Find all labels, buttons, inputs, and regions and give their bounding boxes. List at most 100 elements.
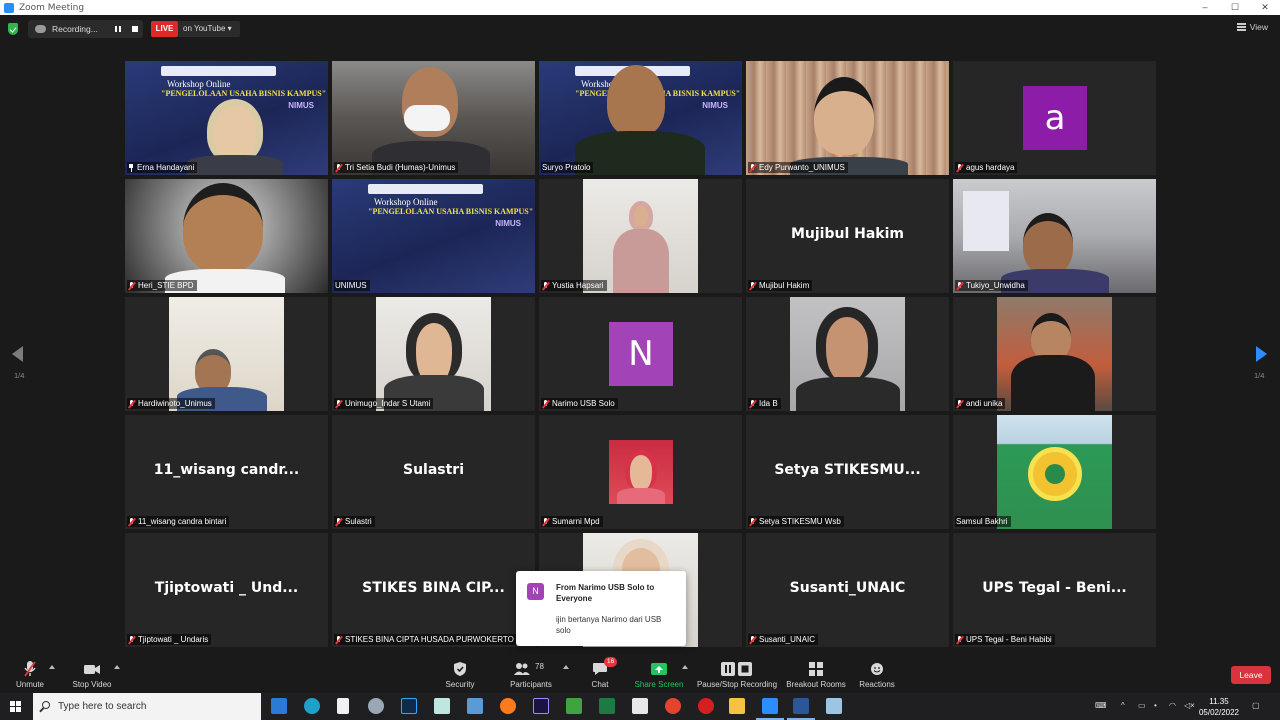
participants-icon: 78 xyxy=(513,660,549,678)
unmute-button[interactable]: Unmute xyxy=(10,654,50,694)
pause-stop-recording-button[interactable]: Pause/Stop Recording xyxy=(696,654,778,694)
next-page-arrow-icon[interactable] xyxy=(1256,346,1267,362)
participant-tile[interactable]: UPS Tegal - Beni... UPS Tegal - Beni Hab… xyxy=(953,533,1156,647)
photos-app-icon[interactable] xyxy=(467,698,483,714)
chat-button[interactable]: 16 Chat xyxy=(586,654,618,694)
participant-body xyxy=(617,488,665,504)
workshop-brand: NIMUS xyxy=(495,219,521,228)
video-options-chevron-icon[interactable] xyxy=(114,665,120,669)
mail-app-icon[interactable] xyxy=(271,698,287,714)
participants-options-chevron-icon[interactable] xyxy=(563,665,569,669)
green-app-icon[interactable] xyxy=(566,698,582,714)
youtube-stream-dropdown[interactable]: on YouTube ▾ xyxy=(178,21,240,37)
meeting-controls-toolbar: Unmute Stop Video Security 78 Participan… xyxy=(0,654,1280,694)
meeting-top-bar: Recording... LIVE on YouTube ▾ View xyxy=(0,18,1280,40)
premiere-pro-icon[interactable] xyxy=(533,698,549,714)
microphone-icon[interactable]: • xyxy=(1154,701,1157,710)
security-button[interactable]: Security xyxy=(442,654,478,694)
chat-notification-popup[interactable]: N From Narimo USB Solo to Everyone ijin … xyxy=(516,571,686,646)
maximize-button[interactable]: ☐ xyxy=(1220,0,1250,15)
taskbar-clock[interactable]: 11.35 05/02/2022 xyxy=(1198,696,1240,718)
workshop-subtitle: "PENGELOLAAN USAHA BISNIS KAMPUS" xyxy=(161,89,327,98)
participant-tile[interactable]: Ida B xyxy=(746,297,949,411)
document-file-icon[interactable] xyxy=(337,698,349,714)
zoom-taskbar-icon[interactable] xyxy=(756,698,784,720)
stop-video-button[interactable]: Stop Video xyxy=(68,654,116,694)
network-icon[interactable]: ◠ xyxy=(1169,701,1176,710)
participant-tile[interactable]: Tjiptowati _ Und... Tjiptowati _ Undaris xyxy=(125,533,328,647)
mic-muted-icon xyxy=(542,399,549,408)
volume-muted-icon[interactable]: ◁× xyxy=(1184,701,1195,710)
participant-video xyxy=(332,61,535,175)
participant-tile-active-speaker[interactable]: Workshop Online "PENGELOLAAN USAHA BISNI… xyxy=(539,61,742,175)
participant-name-label: Sumarni Mpd xyxy=(541,516,603,527)
show-hidden-icons-chevron-icon[interactable]: ^ xyxy=(1121,701,1125,710)
participant-tile[interactable]: andi unika xyxy=(953,297,1156,411)
close-button[interactable]: ✕ xyxy=(1250,0,1280,15)
notes-app-icon[interactable] xyxy=(826,698,842,714)
participant-name-label: Setya STIKESMU Wsb xyxy=(748,516,844,527)
participant-tile[interactable]: Unimugo_Indar S Utami xyxy=(332,297,535,411)
participant-tile[interactable]: Samsul Bakhri xyxy=(953,415,1156,529)
mic-muted-icon xyxy=(956,281,963,290)
participant-tile[interactable]: Workshop Online "PENGELOLAAN USAHA BISNI… xyxy=(125,61,328,175)
participant-body xyxy=(796,377,900,411)
participant-tile[interactable]: Sulastri Sulastri xyxy=(332,415,535,529)
leave-meeting-button[interactable]: Leave xyxy=(1231,666,1271,684)
participant-tile[interactable]: Tukiyo_Unwidha xyxy=(953,179,1156,293)
windows-start-icon[interactable] xyxy=(10,701,21,712)
breakout-rooms-icon xyxy=(808,660,824,678)
participant-tile[interactable]: Susanti_UNAIC Susanti_UNAIC xyxy=(746,533,949,647)
photoshop-icon[interactable] xyxy=(401,698,417,714)
participant-tile[interactable]: Hardiwinoto_Unimus xyxy=(125,297,328,411)
file-explorer-icon[interactable] xyxy=(729,698,745,714)
previous-page-arrow-icon[interactable] xyxy=(12,346,23,362)
participant-tile[interactable]: 11_wisang candr... 11_wisang candra bint… xyxy=(125,415,328,529)
participant-tile[interactable]: Tri Setia Budi (Humas)-Unimus xyxy=(332,61,535,175)
notepad-app-icon[interactable] xyxy=(434,698,450,714)
participants-button[interactable]: 78 Participants xyxy=(506,654,556,694)
notifications-icon[interactable]: ▢ xyxy=(1252,701,1260,710)
participant-tile[interactable]: STIKES BINA CIP... STIKES BINA CIPTA HUS… xyxy=(332,533,535,647)
participant-tile[interactable]: N Narimo USB Solo xyxy=(539,297,742,411)
minimize-button[interactable]: – xyxy=(1190,0,1220,15)
pause-recording-icon[interactable] xyxy=(115,26,121,32)
calendar-app-icon[interactable] xyxy=(632,698,648,714)
participant-tile[interactable]: Mujibul Hakim Mujibul Hakim xyxy=(746,179,949,293)
view-label: View xyxy=(1249,22,1268,32)
drawing-app-icon[interactable] xyxy=(368,698,384,714)
clock-date: 05/02/2022 xyxy=(1198,708,1240,717)
participant-name-label: Tukiyo_Unwidha xyxy=(955,280,1028,291)
view-button[interactable]: View xyxy=(1236,22,1268,32)
chrome-icon[interactable] xyxy=(665,698,681,714)
participant-tile[interactable]: Setya STIKESMU... Setya STIKESMU Wsb xyxy=(746,415,949,529)
gallery-grid: Workshop Online "PENGELOLAAN USAHA BISNI… xyxy=(125,61,1156,649)
chat-message-text: ijin bertanya Narimo dari USB solo xyxy=(556,615,662,635)
participant-tile[interactable]: Sumarni Mpd xyxy=(539,415,742,529)
audio-options-chevron-icon[interactable] xyxy=(49,665,55,669)
taskbar-search-box[interactable]: Type here to search xyxy=(33,693,261,720)
shield-icon[interactable] xyxy=(8,23,18,35)
participant-tile[interactable]: Heri_STIE BPD xyxy=(125,179,328,293)
mic-muted-icon xyxy=(956,635,963,644)
firefox-icon[interactable] xyxy=(500,698,516,714)
participant-tile[interactable]: Yustia Hapsari xyxy=(539,179,742,293)
battery-icon[interactable]: ▭ xyxy=(1138,701,1146,710)
participant-name-label: Mujibul Hakim xyxy=(748,280,813,291)
reactions-button[interactable]: Reactions xyxy=(856,654,898,694)
participant-face xyxy=(207,99,263,163)
participant-face xyxy=(1023,213,1073,275)
breakout-rooms-button[interactable]: Breakout Rooms xyxy=(786,654,846,694)
stop-recording-icon[interactable] xyxy=(132,26,138,32)
participant-tile[interactable]: Workshop Online "PENGELOLAAN USAHA BISNI… xyxy=(332,179,535,293)
participant-tile[interactable]: Edy Purwanto_UNIMUS xyxy=(746,61,949,175)
participant-tile[interactable]: a agus hardaya xyxy=(953,61,1156,175)
participant-avatar: a xyxy=(1023,86,1087,150)
edge-browser-icon[interactable] xyxy=(304,698,320,714)
excel-icon[interactable] xyxy=(599,698,615,714)
opera-icon[interactable] xyxy=(698,698,714,714)
keyboard-icon[interactable]: ⌨ xyxy=(1095,701,1107,710)
word-icon[interactable] xyxy=(787,698,815,720)
share-options-chevron-icon[interactable] xyxy=(682,665,688,669)
share-screen-button[interactable]: Share Screen xyxy=(634,654,684,694)
